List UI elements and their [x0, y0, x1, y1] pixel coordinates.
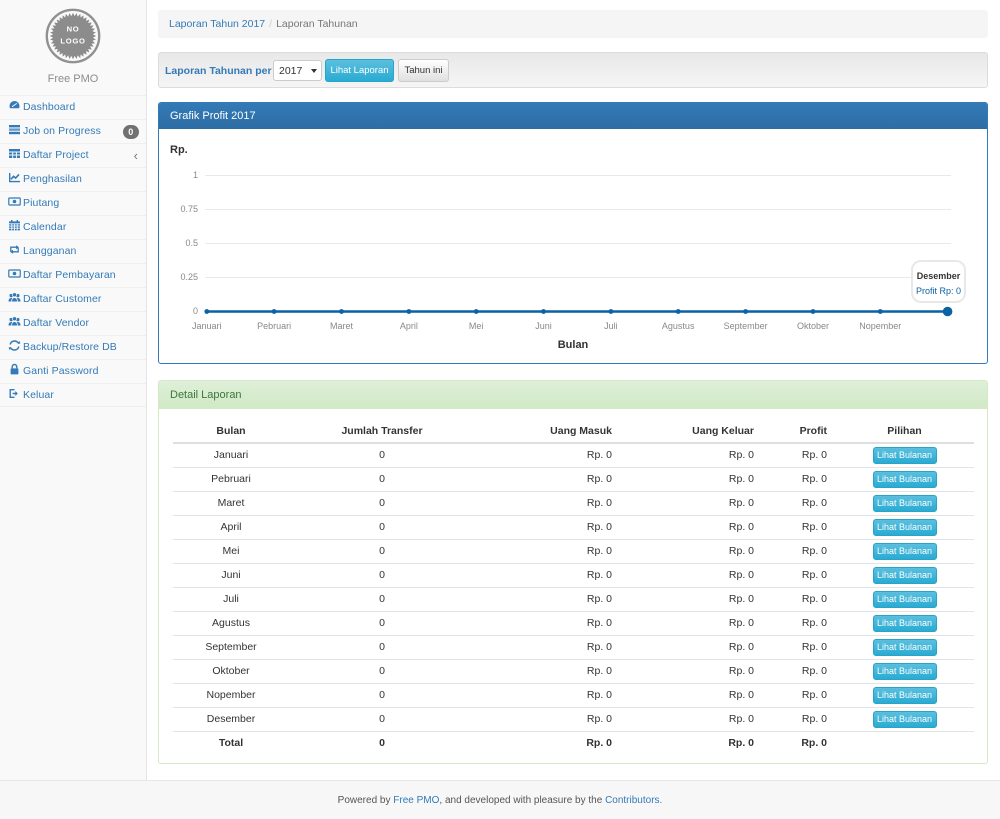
svg-text:LOGO: LOGO: [60, 36, 85, 45]
svg-text:NO: NO: [67, 25, 80, 34]
